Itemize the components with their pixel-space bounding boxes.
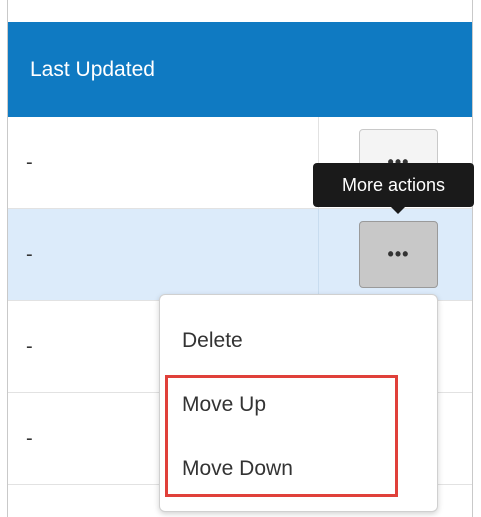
table-row-selected[interactable]: - ••• (8, 209, 472, 301)
menu-item-move-up[interactable]: Move Up (182, 393, 266, 417)
screenshot-frame: Last Updated - ••• - ••• - - More action… (0, 0, 481, 517)
column-separator (318, 209, 319, 300)
tooltip-arrow (390, 206, 406, 214)
last-updated-cell: - (26, 427, 33, 449)
last-updated-cell: - (26, 151, 33, 173)
more-actions-menu: Delete Move Up Move Down (159, 294, 438, 512)
last-updated-cell: - (26, 335, 33, 357)
column-header-label: Last Updated (30, 57, 155, 81)
menu-item-move-down[interactable]: Move Down (182, 457, 293, 481)
column-header-last-updated[interactable]: Last Updated (8, 22, 472, 117)
more-actions-tooltip: More actions (313, 163, 474, 207)
menu-item-delete[interactable]: Delete (182, 329, 243, 353)
last-updated-cell: - (26, 243, 33, 265)
more-actions-button-active[interactable]: ••• (359, 221, 438, 288)
right-border (472, 0, 473, 517)
